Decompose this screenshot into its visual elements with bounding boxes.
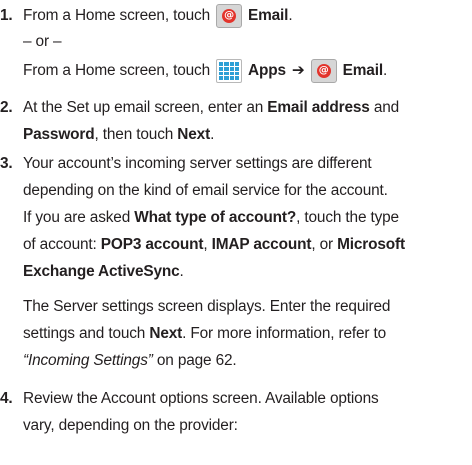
arrow-icon: ➔ xyxy=(291,62,305,80)
step-3-line-2: depending on the kind of email service f… xyxy=(23,182,388,200)
step-4-line-2: vary, depending on the provider: xyxy=(23,417,238,435)
manual-page: 1. From a Home screen, touch @ Email. – … xyxy=(0,0,472,465)
step-number: 2. xyxy=(0,99,13,117)
step-3-line-1: 3. Your account’s incoming server settin… xyxy=(0,155,372,173)
step-number: 3. xyxy=(0,155,13,173)
step-number: 4. xyxy=(0,390,13,408)
step-3-line-8: “Incoming Settings” on page 62. xyxy=(23,352,237,370)
step-3-line-6: The Server settings screen displays. Ent… xyxy=(23,298,391,316)
step-3-line-4: of account: POP3 account, IMAP account, … xyxy=(23,236,406,254)
email-icon: @ xyxy=(310,59,337,83)
step-2-line-2: Password, then touch Next. xyxy=(23,126,215,144)
email-label: Email xyxy=(342,62,383,80)
apps-grid-icon xyxy=(216,59,242,83)
step-1-line-1: 1. From a Home screen, touch @ Email. xyxy=(0,3,293,29)
step-2-line-1: 2. At the Set up email screen, enter an … xyxy=(0,99,400,117)
step-4-line-1: 4. Review the Account options screen. Av… xyxy=(0,390,379,408)
step-3-line-7: settings and touch Next. For more inform… xyxy=(23,325,387,343)
apps-label: Apps xyxy=(248,62,286,80)
email-label: Email xyxy=(248,7,289,25)
email-icon: @ xyxy=(216,4,242,28)
step-3-line-3: If you are asked What type of account?, … xyxy=(23,209,399,227)
step-number: 1. xyxy=(0,7,13,25)
step-1-or: – or – xyxy=(23,33,62,51)
cross-reference-link[interactable]: “Incoming Settings” xyxy=(23,353,153,369)
step-3-line-5: Exchange ActiveSync. xyxy=(23,263,184,281)
step-1-line-3: From a Home screen, touch Apps ➔ @ Email… xyxy=(23,58,387,84)
